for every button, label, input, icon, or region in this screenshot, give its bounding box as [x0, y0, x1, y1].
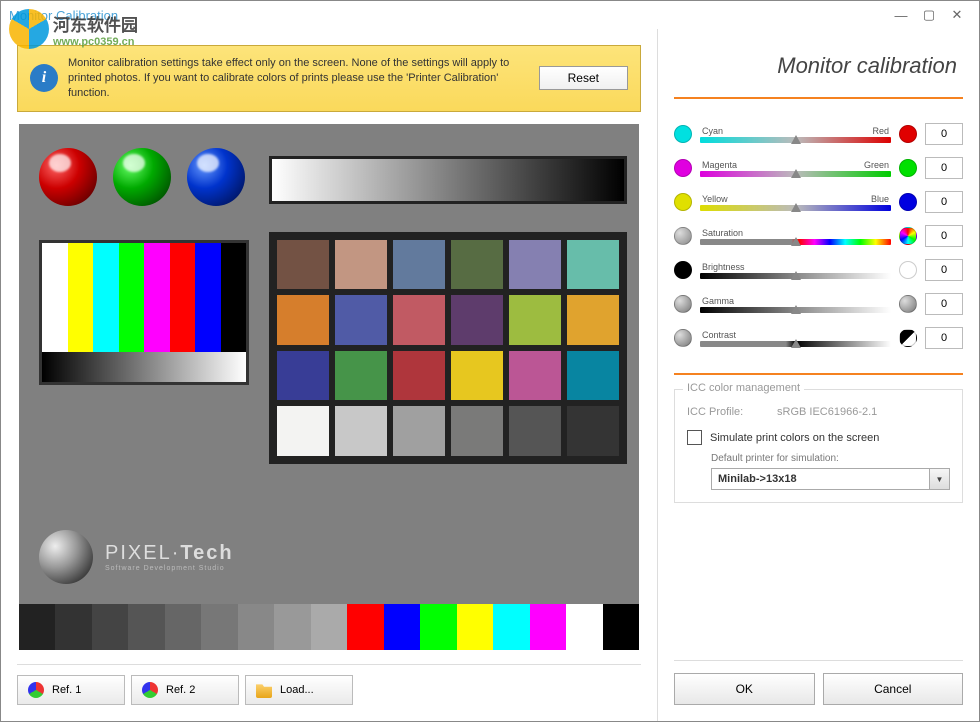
info-text: Monitor calibration settings take effect…	[68, 56, 529, 101]
maximize-button[interactable]: ▢	[915, 5, 943, 25]
gamma-right-icon	[899, 295, 917, 313]
green-sphere-icon	[113, 148, 171, 206]
folder-icon	[256, 682, 272, 698]
logo-sphere-icon	[39, 530, 93, 584]
dialog-buttons: OK Cancel	[674, 660, 963, 705]
close-button[interactable]: ✕	[943, 5, 971, 25]
slider-thumb[interactable]	[791, 271, 801, 280]
contrast-value[interactable]: 0	[925, 327, 963, 349]
red-sphere-icon	[39, 148, 97, 206]
logo-text-main: PIXEL·Tech	[105, 542, 234, 565]
icc-group: ICC color management ICC Profile: sRGB I…	[674, 389, 963, 503]
icc-legend: ICC color management	[683, 382, 804, 394]
gamma-left-icon	[674, 295, 692, 313]
slider-thumb[interactable]	[791, 339, 801, 348]
rgb-spheres	[39, 148, 245, 206]
cancel-button[interactable]: Cancel	[823, 673, 964, 705]
gray-icon	[674, 227, 692, 245]
printer-combo[interactable]: Minilab->13x18 ▼	[711, 468, 950, 490]
white-icon	[899, 261, 917, 279]
rgb-icon	[142, 682, 158, 698]
left-pane: i Monitor calibration settings take effe…	[1, 29, 657, 721]
ref2-button[interactable]: Ref. 2	[131, 675, 239, 705]
info-bar: i Monitor calibration settings take effe…	[17, 45, 641, 112]
reference-buttons: Ref. 1 Ref. 2 Load...	[17, 664, 641, 705]
green-icon	[899, 159, 917, 177]
minimize-button[interactable]: —	[887, 5, 915, 25]
slider-thumb[interactable]	[791, 169, 801, 178]
bottom-gradient	[19, 604, 639, 650]
cyan-red-slider[interactable]: CyanRed 0	[674, 123, 963, 145]
sliders-group: CyanRed 0 MagentaGreen 0 YellowBlue	[674, 123, 963, 349]
brightness-slider[interactable]: Brightness 0	[674, 259, 963, 281]
gamma-value[interactable]: 0	[925, 293, 963, 315]
red-icon	[899, 125, 917, 143]
printer-combo-value: Minilab->13x18	[711, 468, 930, 490]
color-checker	[269, 232, 627, 464]
window-title: Monitor Calibration	[9, 8, 887, 23]
ref1-button[interactable]: Ref. 1	[17, 675, 125, 705]
magenta-green-slider[interactable]: MagentaGreen 0	[674, 157, 963, 179]
yellow-value[interactable]: 0	[925, 191, 963, 213]
saturation-value[interactable]: 0	[925, 225, 963, 247]
cyan-value[interactable]: 0	[925, 123, 963, 145]
calibration-image: PIXEL·Tech Software Development Studio	[19, 124, 639, 650]
slider-thumb[interactable]	[791, 305, 801, 314]
separator	[674, 373, 963, 375]
gamma-slider[interactable]: Gamma 0	[674, 293, 963, 315]
icc-profile-label: ICC Profile:	[687, 406, 777, 418]
blue-sphere-icon	[187, 148, 245, 206]
simulate-checkbox[interactable]	[687, 430, 702, 445]
titlebar: Monitor Calibration — ▢ ✕	[1, 1, 979, 29]
magenta-value[interactable]: 0	[925, 157, 963, 179]
blue-icon	[899, 193, 917, 211]
simulate-checkbox-row[interactable]: Simulate print colors on the screen	[687, 430, 950, 445]
gradient-bar	[269, 156, 627, 204]
contrast-slider[interactable]: Contrast 0	[674, 327, 963, 349]
color-bars	[39, 240, 249, 385]
panel-title: Monitor calibration	[674, 45, 963, 99]
yellow-icon	[674, 193, 692, 211]
icc-profile-value: sRGB IEC61966-2.1	[777, 406, 877, 418]
magenta-icon	[674, 159, 692, 177]
slider-thumb[interactable]	[791, 237, 801, 246]
slider-thumb[interactable]	[791, 203, 801, 212]
preview-area: PIXEL·Tech Software Development Studio	[17, 122, 641, 652]
slider-thumb[interactable]	[791, 135, 801, 144]
colorwheel-icon	[899, 227, 917, 245]
brightness-value[interactable]: 0	[925, 259, 963, 281]
rgb-icon	[28, 682, 44, 698]
right-pane: Monitor calibration CyanRed 0 MagentaGre…	[657, 29, 979, 721]
logo-text-sub: Software Development Studio	[105, 565, 234, 572]
load-button[interactable]: Load...	[245, 675, 353, 705]
contrast-left-icon	[674, 329, 692, 347]
simulate-label: Simulate print colors on the screen	[710, 432, 879, 444]
chevron-down-icon[interactable]: ▼	[930, 468, 950, 490]
cyan-icon	[674, 125, 692, 143]
contrast-right-icon	[899, 329, 917, 347]
black-icon	[674, 261, 692, 279]
ok-button[interactable]: OK	[674, 673, 815, 705]
info-icon: i	[30, 64, 58, 92]
reset-button[interactable]: Reset	[539, 66, 628, 90]
saturation-slider[interactable]: Saturation 0	[674, 225, 963, 247]
pixeltech-logo: PIXEL·Tech Software Development Studio	[39, 530, 234, 584]
yellow-blue-slider[interactable]: YellowBlue 0	[674, 191, 963, 213]
default-printer-label: Default printer for simulation:	[711, 453, 950, 464]
